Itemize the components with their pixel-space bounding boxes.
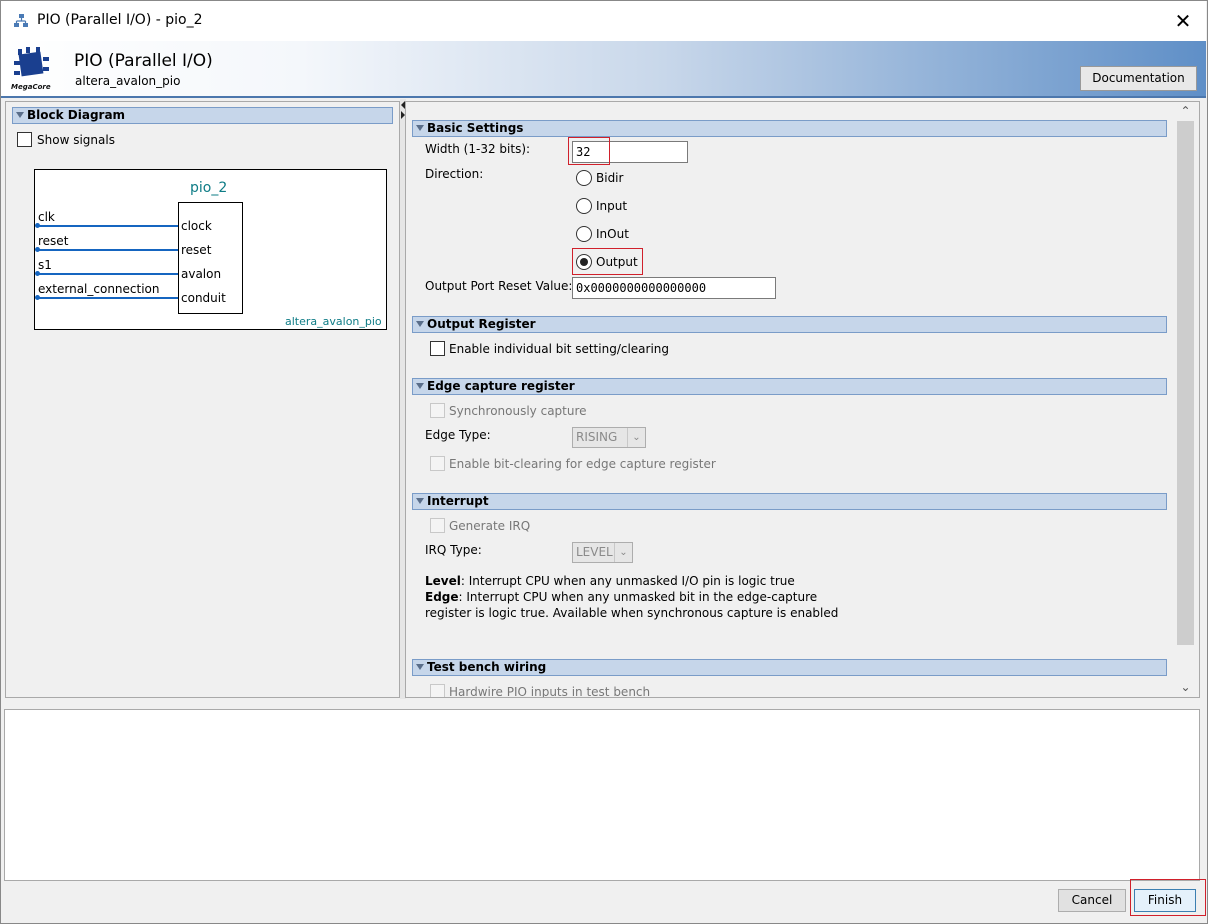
bit-setting-label: Enable individual bit setting/clearing — [449, 342, 670, 356]
show-signals-label: Show signals — [37, 133, 115, 147]
port-label: clock — [181, 219, 212, 233]
port-label: reset — [181, 243, 212, 257]
reset-value-label: Output Port Reset Value: — [425, 279, 573, 293]
signal-pin — [35, 247, 40, 252]
section-title: Output Register — [427, 317, 536, 331]
hardwire-checkbox[interactable] — [430, 684, 445, 697]
signal-wire — [37, 297, 178, 299]
edge-description: Edge: Interrupt CPU when any unmasked bi… — [425, 590, 817, 604]
chevron-down-icon: ⌄ — [627, 428, 645, 447]
signal-label: s1 — [38, 258, 52, 272]
component-block: clock reset avalon conduit — [178, 202, 243, 314]
port-label: avalon — [181, 267, 222, 281]
sync-capture-label: Synchronously capture — [449, 404, 587, 418]
section-header-interrupt[interactable]: Interrupt — [412, 493, 1167, 510]
bit-clearing-label: Enable bit-clearing for edge capture reg… — [449, 457, 716, 471]
logo-text: MegaCore — [11, 83, 51, 91]
scroll-down-icon[interactable]: ⌄ — [1177, 679, 1194, 696]
megacore-logo: MegaCore — [10, 47, 56, 93]
scrollbar-thumb[interactable] — [1177, 121, 1194, 645]
edge-type-select[interactable]: RISING ⌄ — [572, 427, 646, 448]
collapse-triangle-icon — [416, 664, 424, 670]
collapse-triangle-icon — [416, 383, 424, 389]
bit-setting-checkbox[interactable] — [430, 341, 445, 356]
window-title: PIO (Parallel I/O) - pio_2 — [37, 12, 203, 28]
scroll-up-icon[interactable]: ⌃ — [1177, 103, 1194, 120]
signal-label: external_connection — [38, 282, 160, 296]
section-header-edge-capture[interactable]: Edge capture register — [412, 378, 1167, 395]
parameters-panel: Basic Settings Width (1-32 bits): 32 Dir… — [405, 101, 1200, 698]
signal-pin — [35, 271, 40, 276]
close-button[interactable]: ✕ — [1167, 5, 1199, 37]
edge-term: Edge — [425, 590, 459, 604]
section-title: Basic Settings — [427, 121, 524, 135]
signal-wire — [37, 273, 178, 275]
irq-type-select[interactable]: LEVEL ⌄ — [572, 542, 633, 563]
sync-capture-checkbox[interactable] — [430, 403, 445, 418]
edge-desc: : Interrupt CPU when any unmasked bit in… — [458, 590, 818, 604]
bit-clearing-checkbox[interactable] — [430, 456, 445, 471]
direction-option-label: Bidir — [596, 171, 624, 185]
component-title: PIO (Parallel I/O) — [74, 51, 213, 71]
generate-irq-label: Generate IRQ — [449, 519, 531, 533]
collapse-triangle-icon — [416, 498, 424, 504]
level-desc: : Interrupt CPU when any unmasked I/O pi… — [460, 574, 795, 588]
irq-type-label: IRQ Type: — [425, 543, 482, 557]
signal-wire — [37, 225, 178, 227]
section-header-output-register[interactable]: Output Register — [412, 316, 1167, 333]
level-term: Level — [425, 574, 461, 588]
port-label: conduit — [181, 291, 226, 305]
title-bar: PIO (Parallel I/O) - pio_2 ✕ — [1, 1, 1206, 41]
component-header: MegaCore PIO (Parallel I/O) altera_avalo… — [1, 41, 1206, 96]
section-title: Block Diagram — [27, 108, 126, 122]
signal-label: clk — [38, 210, 55, 224]
signal-pin — [35, 223, 40, 228]
direction-radio-inout[interactable] — [576, 226, 592, 242]
reset-value-input[interactable]: 0x0000000000000000 — [572, 277, 776, 299]
chevron-down-icon: ⌄ — [614, 543, 632, 562]
vertical-scrollbar[interactable]: ⌃ ⌄ — [1173, 102, 1198, 697]
instance-name: pio_2 — [190, 180, 228, 196]
show-signals-checkbox[interactable] — [17, 132, 32, 147]
direction-radio-input[interactable] — [576, 198, 592, 214]
section-title: Interrupt — [427, 494, 489, 508]
highlight-box — [572, 248, 643, 275]
component-name: altera_avalon_pio — [285, 315, 382, 328]
direction-option-label: Input — [596, 199, 628, 213]
megacore-chip-icon — [14, 47, 49, 77]
collapse-triangle-icon — [16, 112, 24, 118]
signal-pin — [35, 295, 40, 300]
header-divider — [1, 96, 1206, 98]
documentation-button[interactable]: Documentation — [1080, 66, 1197, 91]
message-area — [4, 709, 1200, 881]
section-title: Test bench wiring — [427, 660, 547, 674]
edge-type-value: RISING — [576, 430, 618, 444]
width-label: Width (1-32 bits): — [425, 142, 531, 156]
cancel-button[interactable]: Cancel — [1058, 889, 1126, 912]
highlight-box — [568, 137, 610, 165]
section-title: Edge capture register — [427, 379, 575, 393]
section-header-test-bench[interactable]: Test bench wiring — [412, 659, 1167, 676]
section-header-basic-settings[interactable]: Basic Settings — [412, 120, 1167, 137]
direction-radio-bidir[interactable] — [576, 170, 592, 186]
edge-type-label: Edge Type: — [425, 428, 491, 442]
hierarchy-icon — [14, 14, 28, 27]
signal-label: reset — [38, 234, 69, 248]
block-diagram: pio_2 clock reset avalon conduit clk res… — [34, 169, 387, 330]
hardwire-label: Hardwire PIO inputs in test bench — [449, 685, 651, 698]
collapse-triangle-icon — [416, 321, 424, 327]
block-diagram-panel: Block Diagram Show signals pio_2 clock r… — [5, 101, 400, 698]
direction-option-label: InOut — [596, 227, 629, 241]
signal-wire — [37, 249, 178, 251]
highlight-box — [1130, 879, 1206, 916]
section-header-block-diagram[interactable]: Block Diagram — [12, 107, 393, 124]
collapse-triangle-icon — [416, 125, 424, 131]
component-subtitle: altera_avalon_pio — [75, 74, 181, 88]
level-description: Level: Interrupt CPU when any unmasked I… — [425, 574, 795, 588]
close-icon: ✕ — [1174, 9, 1192, 33]
direction-label: Direction: — [425, 167, 484, 181]
generate-irq-checkbox[interactable] — [430, 518, 445, 533]
edge-description-cont: register is logic true. Available when s… — [425, 606, 839, 620]
irq-type-value: LEVEL — [576, 545, 613, 559]
